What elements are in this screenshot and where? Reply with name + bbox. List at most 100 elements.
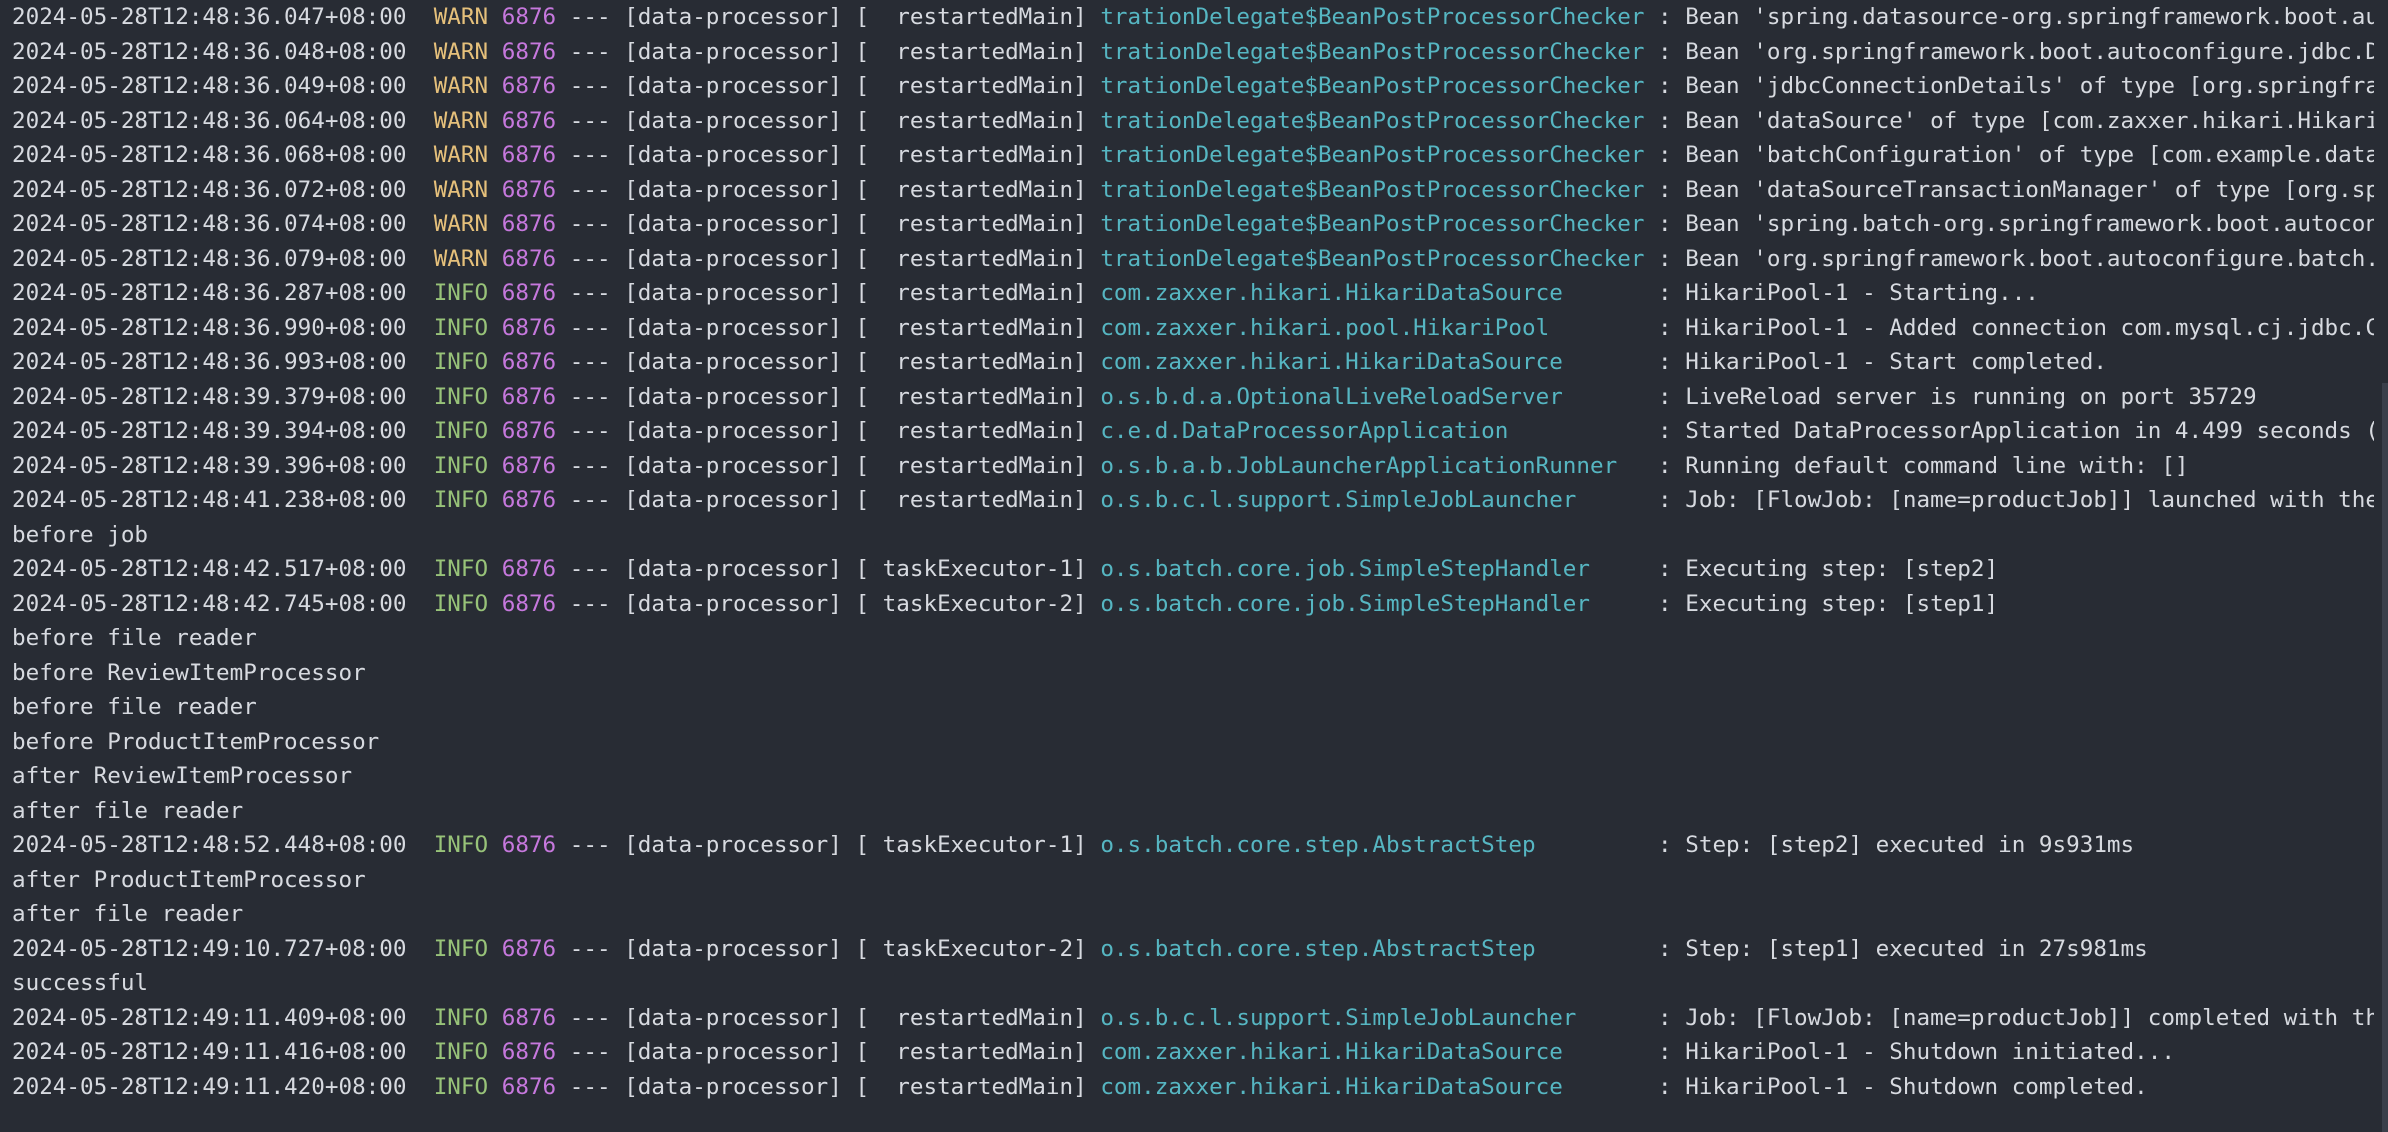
stdout-text: before file reader bbox=[12, 625, 257, 651]
log-level: INFO bbox=[433, 1004, 489, 1031]
log-pid: 6876 bbox=[501, 556, 557, 582]
log-timestamp: 2024-05-28T12:48:36.048+08:00 bbox=[12, 38, 407, 65]
log-separator: --- bbox=[569, 4, 611, 30]
stdout-line: before file reader bbox=[12, 621, 2374, 656]
log-logger: com.zaxxer.hikari.pool.HikariPool bbox=[1100, 314, 1645, 341]
log-logger: com.zaxxer.hikari.HikariDataSource bbox=[1100, 349, 1645, 375]
log-level: WARN bbox=[433, 4, 489, 30]
log-separator: --- bbox=[569, 38, 611, 65]
log-thread: [ restartedMain] bbox=[855, 142, 1087, 168]
log-thread: [ restartedMain] bbox=[855, 349, 1087, 375]
log-line: 2024-05-28T12:48:36.048+08:00 WARN 6876 … bbox=[12, 35, 2374, 70]
log-timestamp: 2024-05-28T12:48:36.287+08:00 bbox=[12, 280, 407, 306]
log-pid: 6876 bbox=[501, 4, 557, 30]
vertical-scrollbar[interactable] bbox=[2382, 383, 2388, 1132]
log-thread: [ restartedMain] bbox=[855, 245, 1087, 272]
log-logger: com.zaxxer.hikari.HikariDataSource bbox=[1100, 280, 1645, 306]
log-message: : LiveReload server is running on port 3… bbox=[1658, 383, 2257, 410]
stdout-line: after file reader bbox=[12, 794, 2374, 829]
log-pid: 6876 bbox=[501, 1073, 557, 1100]
log-thread: [ restartedMain] bbox=[855, 211, 1087, 237]
log-thread: [ restartedMain] bbox=[855, 314, 1087, 341]
log-line: 2024-05-28T12:48:36.068+08:00 WARN 6876 … bbox=[12, 138, 2374, 173]
stdout-line: before ProductItemProcessor bbox=[12, 725, 2374, 760]
log-logger: trationDelegate$BeanPostProcessorChecker bbox=[1100, 4, 1645, 30]
log-app-name: [data-processor] bbox=[624, 418, 842, 444]
log-message: : HikariPool-1 - Shutdown completed. bbox=[1658, 1073, 2148, 1100]
log-level: WARN bbox=[433, 142, 489, 168]
log-thread: [ taskExecutor-1] bbox=[855, 556, 1087, 582]
log-thread: [ taskExecutor-2] bbox=[855, 935, 1087, 962]
log-logger: trationDelegate$BeanPostProcessorChecker bbox=[1100, 73, 1645, 99]
log-logger: o.s.b.a.b.JobLauncherApplicationRunner bbox=[1100, 452, 1645, 479]
log-pid: 6876 bbox=[501, 142, 557, 168]
log-pid: 6876 bbox=[501, 349, 557, 375]
log-level: INFO bbox=[433, 832, 489, 858]
log-logger: o.s.b.d.a.OptionalLiveReloadServer bbox=[1100, 383, 1645, 410]
log-level: INFO bbox=[433, 487, 489, 513]
log-message: : Bean 'batchConfiguration' of type [com… bbox=[1658, 142, 2374, 168]
stdout-text: successful bbox=[12, 970, 149, 996]
stdout-text: before ProductItemProcessor bbox=[12, 728, 380, 755]
log-pid: 6876 bbox=[501, 418, 557, 444]
log-line: 2024-05-28T12:48:39.394+08:00 INFO 6876 … bbox=[12, 414, 2374, 449]
stdout-line: after ReviewItemProcessor bbox=[12, 759, 2374, 794]
log-logger: trationDelegate$BeanPostProcessorChecker bbox=[1100, 107, 1645, 134]
log-app-name: [data-processor] bbox=[624, 556, 842, 582]
log-timestamp: 2024-05-28T12:48:36.049+08:00 bbox=[12, 73, 407, 99]
log-pid: 6876 bbox=[501, 487, 557, 513]
log-app-name: [data-processor] bbox=[624, 142, 842, 168]
log-thread: [ restartedMain] bbox=[855, 383, 1087, 410]
log-message: : Running default command line with: [] bbox=[1658, 452, 2189, 479]
log-message: : Step: [step2] executed in 9s931ms bbox=[1658, 832, 2135, 858]
log-level: INFO bbox=[433, 314, 489, 341]
log-separator: --- bbox=[569, 176, 611, 203]
log-timestamp: 2024-05-28T12:48:36.079+08:00 bbox=[12, 245, 407, 272]
log-line: 2024-05-28T12:48:36.287+08:00 INFO 6876 … bbox=[12, 276, 2374, 311]
log-app-name: [data-processor] bbox=[624, 590, 842, 617]
log-logger: o.s.b.c.l.support.SimpleJobLauncher bbox=[1100, 1004, 1645, 1031]
log-pid: 6876 bbox=[501, 452, 557, 479]
log-separator: --- bbox=[569, 418, 611, 444]
log-level: INFO bbox=[433, 383, 489, 410]
log-app-name: [data-processor] bbox=[624, 1004, 842, 1031]
log-app-name: [data-processor] bbox=[624, 245, 842, 272]
log-message: : Job: [FlowJob: [name=productJob]] laun… bbox=[1658, 487, 2374, 513]
log-line: 2024-05-28T12:48:36.049+08:00 WARN 6876 … bbox=[12, 69, 2374, 104]
log-message: : Job: [FlowJob: [name=productJob]] comp… bbox=[1658, 1004, 2374, 1031]
log-thread: [ restartedMain] bbox=[855, 38, 1087, 65]
log-message: : Bean 'jdbcConnectionDetails' of type [… bbox=[1658, 73, 2374, 99]
stdout-text: before ReviewItemProcessor bbox=[12, 659, 366, 686]
log-separator: --- bbox=[569, 935, 611, 962]
stdout-line: before file reader bbox=[12, 690, 2374, 725]
log-line: 2024-05-28T12:48:39.396+08:00 INFO 6876 … bbox=[12, 449, 2374, 484]
log-timestamp: 2024-05-28T12:48:39.379+08:00 bbox=[12, 383, 407, 410]
terminal-window[interactable]: 2024-05-28T12:48:36.047+08:00 WARN 6876 … bbox=[0, 0, 2388, 1132]
log-line: 2024-05-28T12:49:11.416+08:00 INFO 6876 … bbox=[12, 1035, 2374, 1070]
log-timestamp: 2024-05-28T12:48:36.074+08:00 bbox=[12, 211, 407, 237]
log-pid: 6876 bbox=[501, 935, 557, 962]
log-thread: [ restartedMain] bbox=[855, 73, 1087, 99]
log-line: 2024-05-28T12:48:36.072+08:00 WARN 6876 … bbox=[12, 173, 2374, 208]
log-level: WARN bbox=[433, 38, 489, 65]
log-logger: trationDelegate$BeanPostProcessorChecker bbox=[1100, 211, 1645, 237]
log-level: INFO bbox=[433, 452, 489, 479]
log-separator: --- bbox=[569, 1004, 611, 1031]
log-thread: [ restartedMain] bbox=[855, 452, 1087, 479]
log-separator: --- bbox=[569, 107, 611, 134]
log-app-name: [data-processor] bbox=[624, 452, 842, 479]
log-thread: [ taskExecutor-2] bbox=[855, 590, 1087, 617]
log-level: INFO bbox=[433, 556, 489, 582]
log-pid: 6876 bbox=[501, 176, 557, 203]
log-pid: 6876 bbox=[501, 245, 557, 272]
log-app-name: [data-processor] bbox=[624, 935, 842, 962]
log-pid: 6876 bbox=[501, 383, 557, 410]
log-pid: 6876 bbox=[501, 73, 557, 99]
log-logger: com.zaxxer.hikari.HikariDataSource bbox=[1100, 1073, 1645, 1100]
log-app-name: [data-processor] bbox=[624, 314, 842, 341]
log-separator: --- bbox=[569, 590, 611, 617]
log-separator: --- bbox=[569, 1073, 611, 1100]
stdout-line: before job bbox=[12, 518, 2374, 553]
stdout-text: before job bbox=[12, 521, 149, 548]
log-separator: --- bbox=[569, 142, 611, 168]
